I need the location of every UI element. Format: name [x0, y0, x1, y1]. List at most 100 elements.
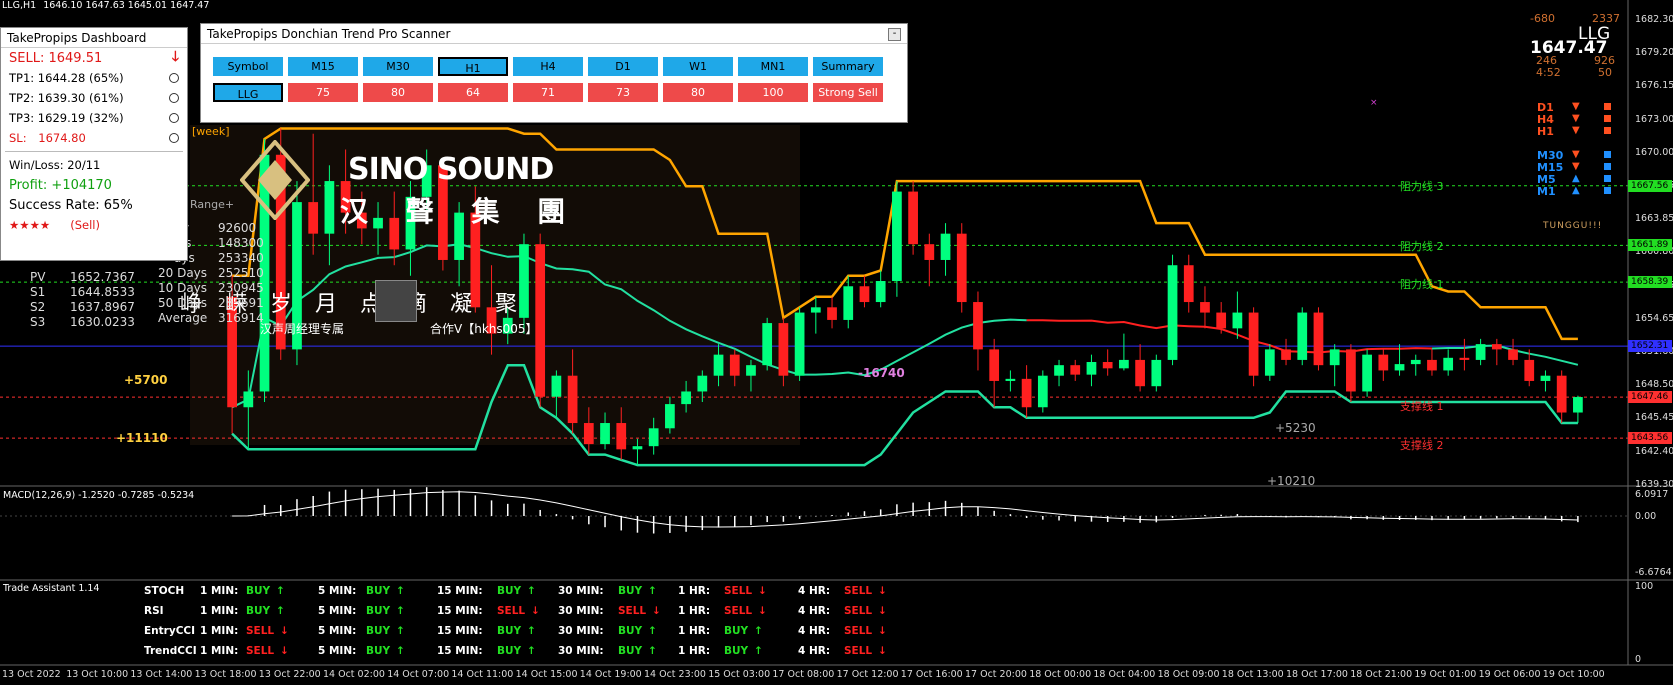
candle [1573, 395, 1583, 424]
scanner-header-m15[interactable]: M15 [288, 57, 358, 76]
week-label: [week] [192, 125, 230, 138]
candle-body [324, 181, 335, 234]
candle [956, 223, 967, 313]
scanner-header-d1[interactable]: D1 [588, 57, 658, 76]
winloss: Win/Loss: 20/11 [9, 158, 101, 172]
chart-ohlc: 1646.10 1647.63 1645.01 1647.47 [43, 0, 210, 11]
candle [1346, 344, 1356, 402]
range-value: 316914 [218, 311, 264, 325]
candle-body [1573, 397, 1583, 413]
scanner-value-cell[interactable]: 100 [738, 83, 808, 102]
up-arrow-icon: ↑ [276, 585, 285, 597]
down-arrow-icon: ↓ [758, 605, 767, 617]
signal-price: 1649.51 [48, 50, 103, 66]
donchian-scanner-window[interactable]: TakePropips Donchian Trend Pro Scanner -… [200, 23, 908, 123]
price-tag: 1658.39 [1628, 276, 1672, 289]
clock-icon [169, 93, 179, 103]
down-arrow-icon: ↓ [280, 645, 289, 657]
candle-body [1037, 375, 1048, 408]
ta-timeframe: 15 MIN: [437, 585, 483, 597]
price-tag: 1647.46 [1628, 391, 1672, 404]
price-axis-label: 1642.40 [1635, 445, 1673, 457]
up-arrow-icon: ↑ [648, 625, 657, 637]
candle-body [762, 323, 773, 366]
time-axis-label: 19 Oct 06:00 [1478, 669, 1541, 680]
time-axis-label: 14 Oct 11:00 [451, 669, 514, 680]
scanner-value-cell[interactable]: 73 [588, 83, 658, 102]
candle-body [746, 365, 756, 376]
up-arrow-icon: ↑ [648, 645, 657, 657]
scanner-value-cell[interactable]: 80 [663, 83, 733, 102]
candle-body [648, 428, 659, 447]
candle-body [875, 281, 886, 303]
ta-indicator-name: RSI [144, 605, 164, 617]
candle [1378, 349, 1389, 381]
price-axis-label: 1645.45 [1635, 412, 1673, 424]
profit: Profit: +104170 [9, 177, 112, 193]
up-arrow-icon: ↑ [396, 605, 405, 617]
pivot-label: S2 [30, 300, 46, 314]
scanner-value-cell[interactable]: 64 [438, 83, 508, 102]
pivot-label: S1 [30, 285, 46, 299]
ta-timeframe: 5 MIN: [318, 625, 357, 637]
candle-body [1054, 365, 1064, 376]
candle-body [843, 286, 854, 320]
ta-timeframe: 4 HR: [798, 625, 831, 637]
macd-label: MACD(12,26,9) -1.2520 -0.7285 -0.5234 [3, 490, 195, 501]
ta-signal: BUY [724, 625, 749, 637]
scanner-value-cell[interactable]: 75 [288, 83, 358, 102]
watermark-brand: SINO SOUND [348, 152, 554, 187]
candle [1054, 359, 1064, 387]
candle-body [1475, 344, 1486, 360]
ta-axis-label: 100 [1635, 581, 1654, 592]
down-triangle-icon: ▼ [1572, 125, 1580, 136]
pivot-value: 1637.8967 [70, 300, 135, 314]
ta-signal: BUY [366, 645, 391, 657]
ta-signal: SELL [844, 625, 873, 637]
scanner-header-summary[interactable]: Summary [813, 57, 883, 76]
candle-body [681, 391, 691, 405]
scanner-header-h1[interactable]: H1 [438, 57, 508, 76]
pivot-value: 1630.0233 [70, 315, 135, 329]
down-arrow-icon: ↓ [531, 605, 540, 617]
scanner-header-mn1[interactable]: MN1 [738, 57, 808, 76]
candle-body [956, 233, 967, 303]
up-arrow-icon: ↑ [527, 645, 536, 657]
tf-label: M1 [1537, 185, 1556, 198]
candle-body [243, 391, 254, 408]
pivot-label: PV [30, 270, 46, 284]
scanner-value-cell[interactable]: 80 [363, 83, 433, 102]
candle-body [1297, 312, 1308, 360]
scanner-value-cell[interactable]: Strong Sell [813, 83, 883, 102]
price-axis-label: 1682.30 [1635, 14, 1673, 25]
ta-timeframe: 1 MIN: [200, 645, 239, 657]
watermark-contact: 合作V【hkhs005】 [430, 322, 538, 336]
ta-signal: BUY [246, 585, 271, 597]
scanner-header-m30[interactable]: M30 [363, 57, 433, 76]
rating-note: (Sell) [70, 218, 100, 232]
ta-timeframe: 4 HR: [798, 585, 831, 597]
signal-label: SELL: [9, 50, 45, 66]
ta-timeframe: 4 HR: [798, 645, 831, 657]
candle [859, 275, 870, 308]
ta-timeframe: 15 MIN: [437, 625, 483, 637]
takepropips-dashboard[interactable]: TakePropips Dashboard SELL: 1649.51 🡓 TP… [0, 27, 188, 261]
candle [1264, 344, 1275, 381]
candle-body [892, 191, 902, 282]
scanner-header-symbol[interactable]: Symbol [213, 57, 283, 76]
tunggu-text: TUNGGU!!! [1543, 221, 1603, 231]
ta-timeframe: 4 HR: [798, 605, 831, 617]
sino-logo-icon [239, 138, 311, 222]
candle-body [1443, 357, 1454, 371]
scanner-header-h4[interactable]: H4 [513, 57, 583, 76]
candle [1443, 349, 1454, 376]
scanner-value-cell[interactable]: 71 [513, 83, 583, 102]
scanner-header-w1[interactable]: W1 [663, 57, 733, 76]
candle-body [632, 446, 643, 450]
time-axis-label: 18 Oct 04:00 [1093, 669, 1156, 680]
minimize-button[interactable]: - [888, 28, 901, 41]
ta-signal: BUY [246, 605, 271, 617]
candle-body [1151, 359, 1162, 387]
scanner-symbol-cell[interactable]: LLG [213, 83, 283, 102]
range-value: 92600 [218, 221, 257, 235]
